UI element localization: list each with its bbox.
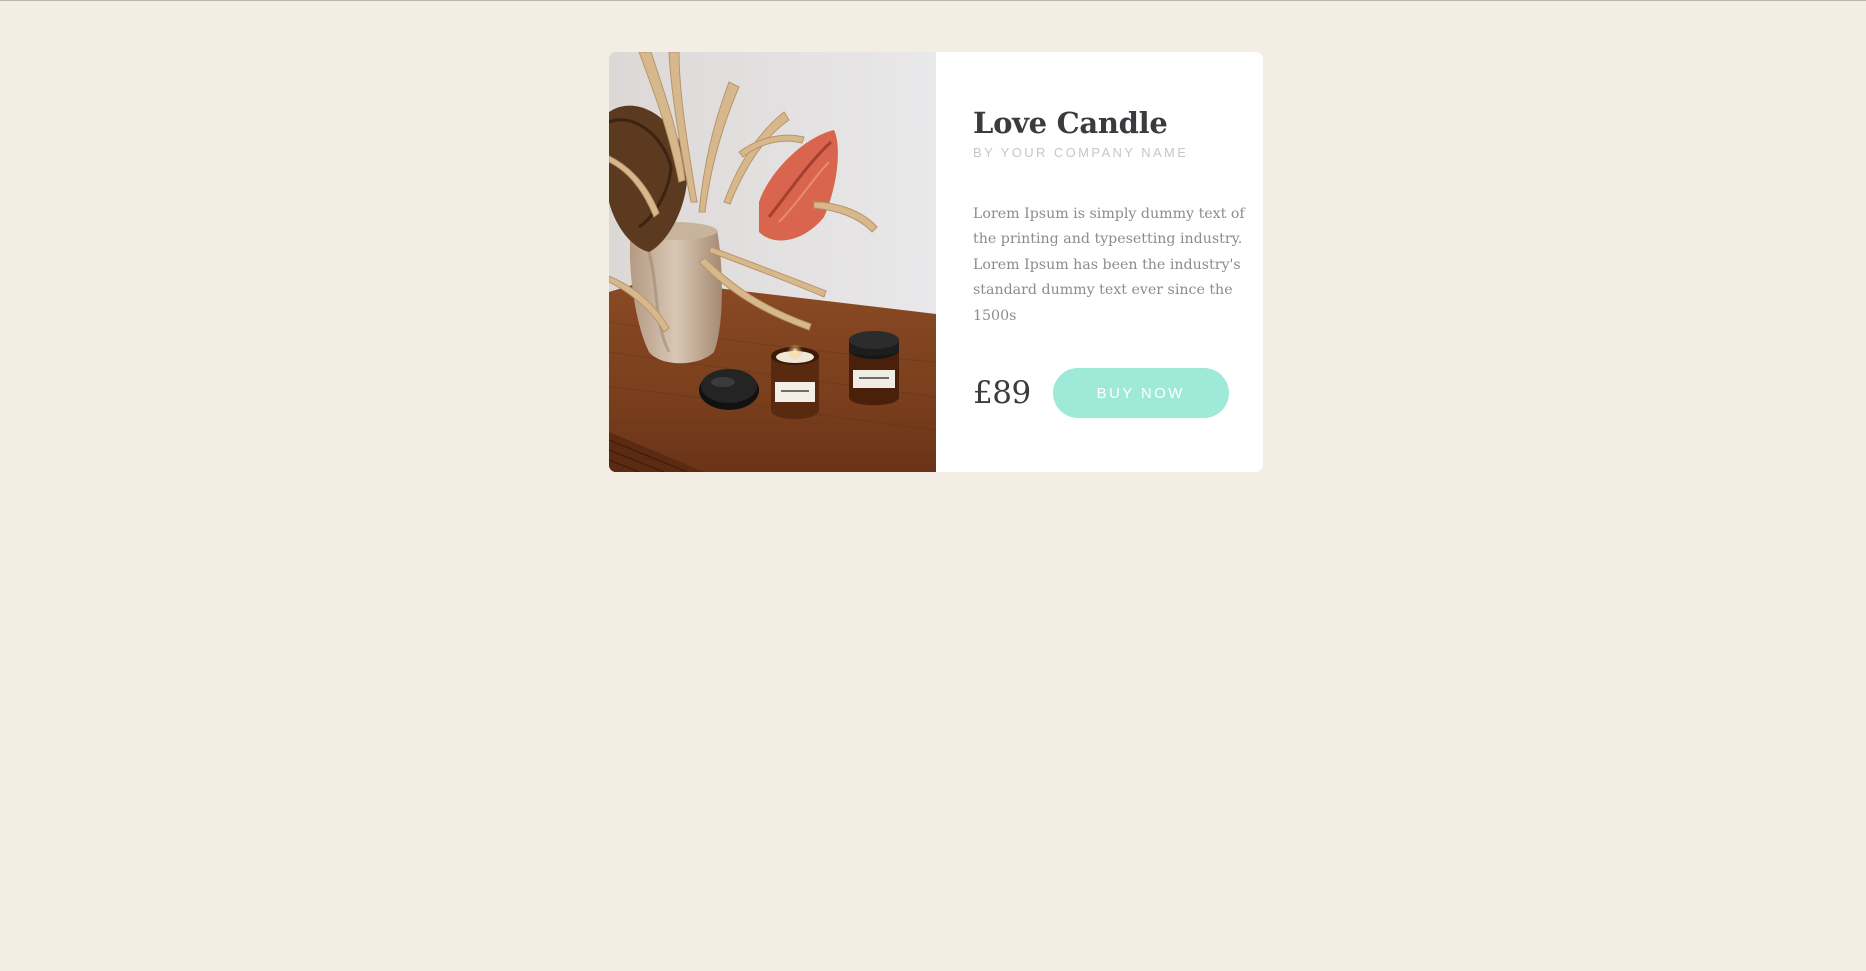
product-card: Love Candle BY YOUR COMPANY NAME Lorem I… [609,52,1263,472]
buy-now-button[interactable]: BUY NOW [1052,368,1229,418]
product-description: Lorem Ipsum is simply dummy text of the … [973,205,1245,324]
top-border [0,0,1866,1]
purchase-row: £89 BUY NOW [973,368,1229,418]
product-price: £89 [973,375,1031,411]
product-image [609,52,936,472]
company-name: BY YOUR COMPANY NAME [973,144,1189,160]
product-info: Love Candle BY YOUR COMPANY NAME Lorem I… [936,52,1263,472]
product-title: Love Candle [973,106,1168,140]
